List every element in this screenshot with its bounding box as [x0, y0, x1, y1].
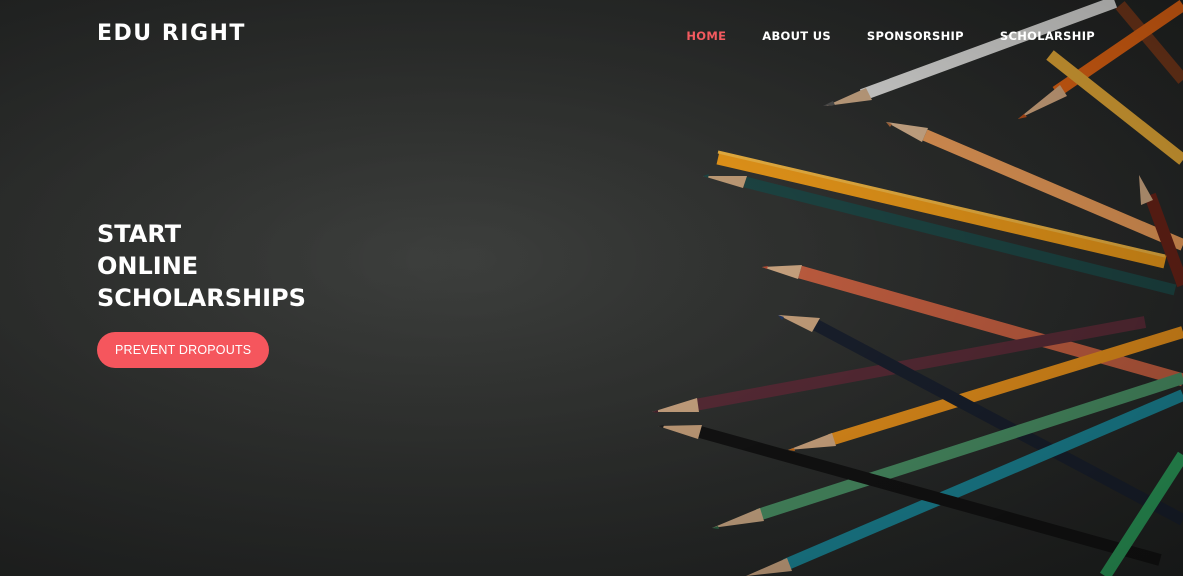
hero-title-line-1: START: [97, 220, 182, 248]
nav-item-about-us: ABOUT US: [762, 27, 831, 45]
hero-title-line-2: ONLINE: [97, 252, 199, 280]
nav-item-home: HOME: [686, 27, 726, 45]
hero-title-line-3: SCHOLARSHIPS: [97, 284, 306, 312]
hero-title: START ONLINE SCHOLARSHIPS: [97, 218, 306, 314]
brand-logo[interactable]: EDU RIGHT: [97, 21, 246, 46]
nav-link-scholarship[interactable]: SCHOLARSHIP: [1000, 29, 1095, 43]
nav-item-sponsorship: SPONSORSHIP: [867, 27, 964, 45]
prevent-dropouts-button[interactable]: PREVENT DROPOUTS: [97, 332, 270, 368]
hero-section: EDU RIGHT HOME ABOUT US SPONSORSHIP SCHO…: [0, 0, 1183, 576]
nav-link-about-us[interactable]: ABOUT US: [762, 29, 831, 43]
nav-item-scholarship: SCHOLARSHIP: [1000, 27, 1095, 45]
nav-link-home[interactable]: HOME: [686, 29, 726, 43]
hero-content: START ONLINE SCHOLARSHIPS PREVENT DROPOU…: [97, 218, 306, 368]
nav-menu: HOME ABOUT US SPONSORSHIP SCHOLARSHIP: [650, 27, 1095, 45]
nav-link-sponsorship[interactable]: SPONSORSHIP: [867, 29, 964, 43]
navbar: EDU RIGHT HOME ABOUT US SPONSORSHIP SCHO…: [0, 0, 1183, 68]
